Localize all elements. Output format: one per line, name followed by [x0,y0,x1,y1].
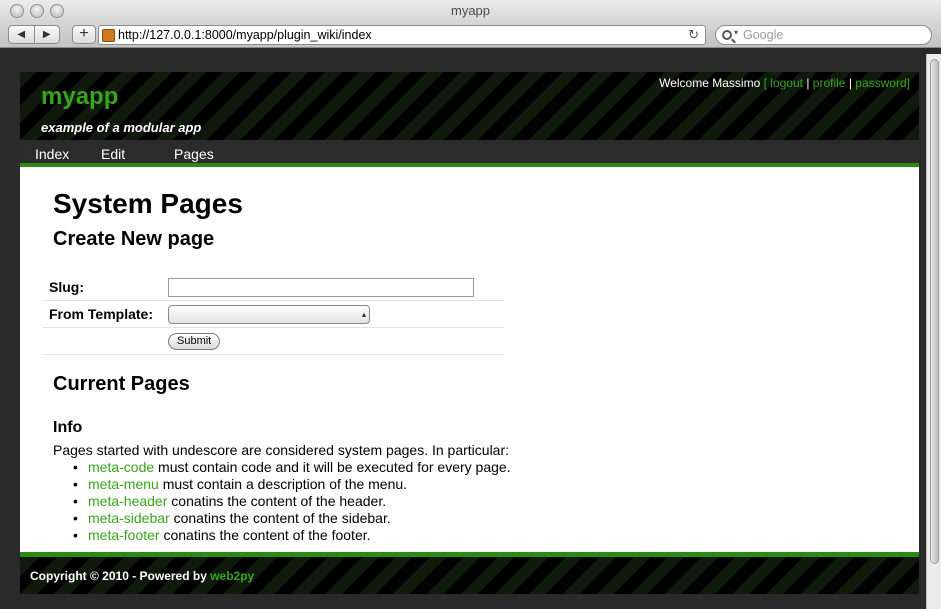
meta-code-link[interactable]: meta-code [88,459,154,475]
copyright-text: Copyright © 2010 - Powered by [30,569,211,583]
page-title: System Pages [53,188,243,219]
submit-button[interactable]: Submit [168,332,221,350]
slug-input[interactable] [168,277,474,297]
footer-text: Copyright © 2010 - Powered by web2py [30,569,254,583]
site-favicon-icon [102,29,115,42]
search-dropdown-icon[interactable]: ▾ [734,28,738,37]
reload-icon[interactable]: ↻ [688,26,699,44]
welcome-text: Welcome Massimo [659,76,761,90]
info-section: Pages started with undescore are conside… [53,442,753,544]
browser-toolbar: ◀ ▶ + http://127.0.0.1:8000/myapp/plugin… [0,22,941,48]
info-intro: Pages started with undescore are conside… [53,442,510,458]
address-bar[interactable]: http://127.0.0.1:8000/myapp/plugin_wiki/… [98,25,706,45]
current-pages-heading: Current Pages [53,373,190,395]
site-header: myapp example of a modular app Welcome M… [20,72,919,140]
zoom-window-button[interactable] [50,4,64,18]
logout-link[interactable]: logout [770,76,803,90]
web-page: myapp example of a modular app Welcome M… [20,72,919,594]
url-text[interactable]: http://127.0.0.1:8000/myapp/plugin_wiki/… [118,26,372,45]
site-subtitle: example of a modular app [41,120,202,135]
list-item: • meta-sidebar conatins the content of th… [73,510,391,526]
search-icon [722,30,732,40]
close-window-button[interactable] [10,4,24,18]
create-page-form: Slug: From Template: ▴ Submit [42,274,504,355]
site-footer: Copyright © 2010 - Powered by web2py [20,552,919,594]
search-placeholder: Google [743,28,784,42]
nav-item-pages[interactable]: Pages [174,146,214,162]
window-title: myapp [450,3,491,18]
add-bookmark-button[interactable]: + [72,25,96,44]
info-heading: Info [53,419,83,436]
meta-pages-list: • meta-code must contain code and it will… [73,459,753,544]
password-link[interactable]: password [855,76,906,90]
slug-row: Slug: [42,274,504,301]
back-arrow-icon: ◀ [17,29,26,40]
nav-item-index[interactable]: Index [35,146,69,162]
auth-bar: Welcome Massimo [ logout | profile | pas… [659,76,910,90]
meta-footer-link[interactable]: meta-footer [88,527,160,543]
select-updown-icon: ▴ [361,309,366,319]
create-page-heading: Create New page [53,228,215,250]
search-bar[interactable]: ▾ Google [715,25,932,45]
meta-menu-link[interactable]: meta-menu [88,476,159,492]
forward-button[interactable]: ▶ [33,26,60,43]
list-item: • meta-header conatins the content of the… [73,493,387,509]
template-row: From Template: ▴ [42,301,504,328]
template-select[interactable]: ▴ [168,304,370,324]
plus-icon: + [79,25,89,42]
back-button[interactable]: ◀ [9,26,34,43]
scrollbar-thumb[interactable] [930,59,939,564]
forward-arrow-icon: ▶ [42,29,51,40]
meta-sidebar-link[interactable]: meta-sidebar [88,510,170,526]
list-item: • meta-footer conatins the content of the… [73,527,371,543]
meta-header-link[interactable]: meta-header [88,493,167,509]
profile-link[interactable]: profile [813,76,846,90]
list-item: • meta-menu must contain a description of… [73,476,408,492]
submit-row: Submit [42,328,504,355]
main-content: System Pages Create New page Slug: From … [42,188,893,543]
minimize-window-button[interactable] [30,4,44,18]
history-nav: ◀ ▶ [8,25,60,44]
web2py-link[interactable]: web2py [210,569,254,583]
site-logo[interactable]: myapp [41,83,118,111]
nav-item-edit[interactable]: Edit [101,146,125,162]
main-nav: Index Edit Pages [20,140,919,167]
slug-label: Slug: [49,279,84,295]
vertical-scrollbar[interactable] [926,54,941,609]
window-titlebar: myapp [0,0,941,22]
list-item: • meta-code must contain code and it will… [73,459,511,475]
template-label: From Template: [49,306,153,322]
